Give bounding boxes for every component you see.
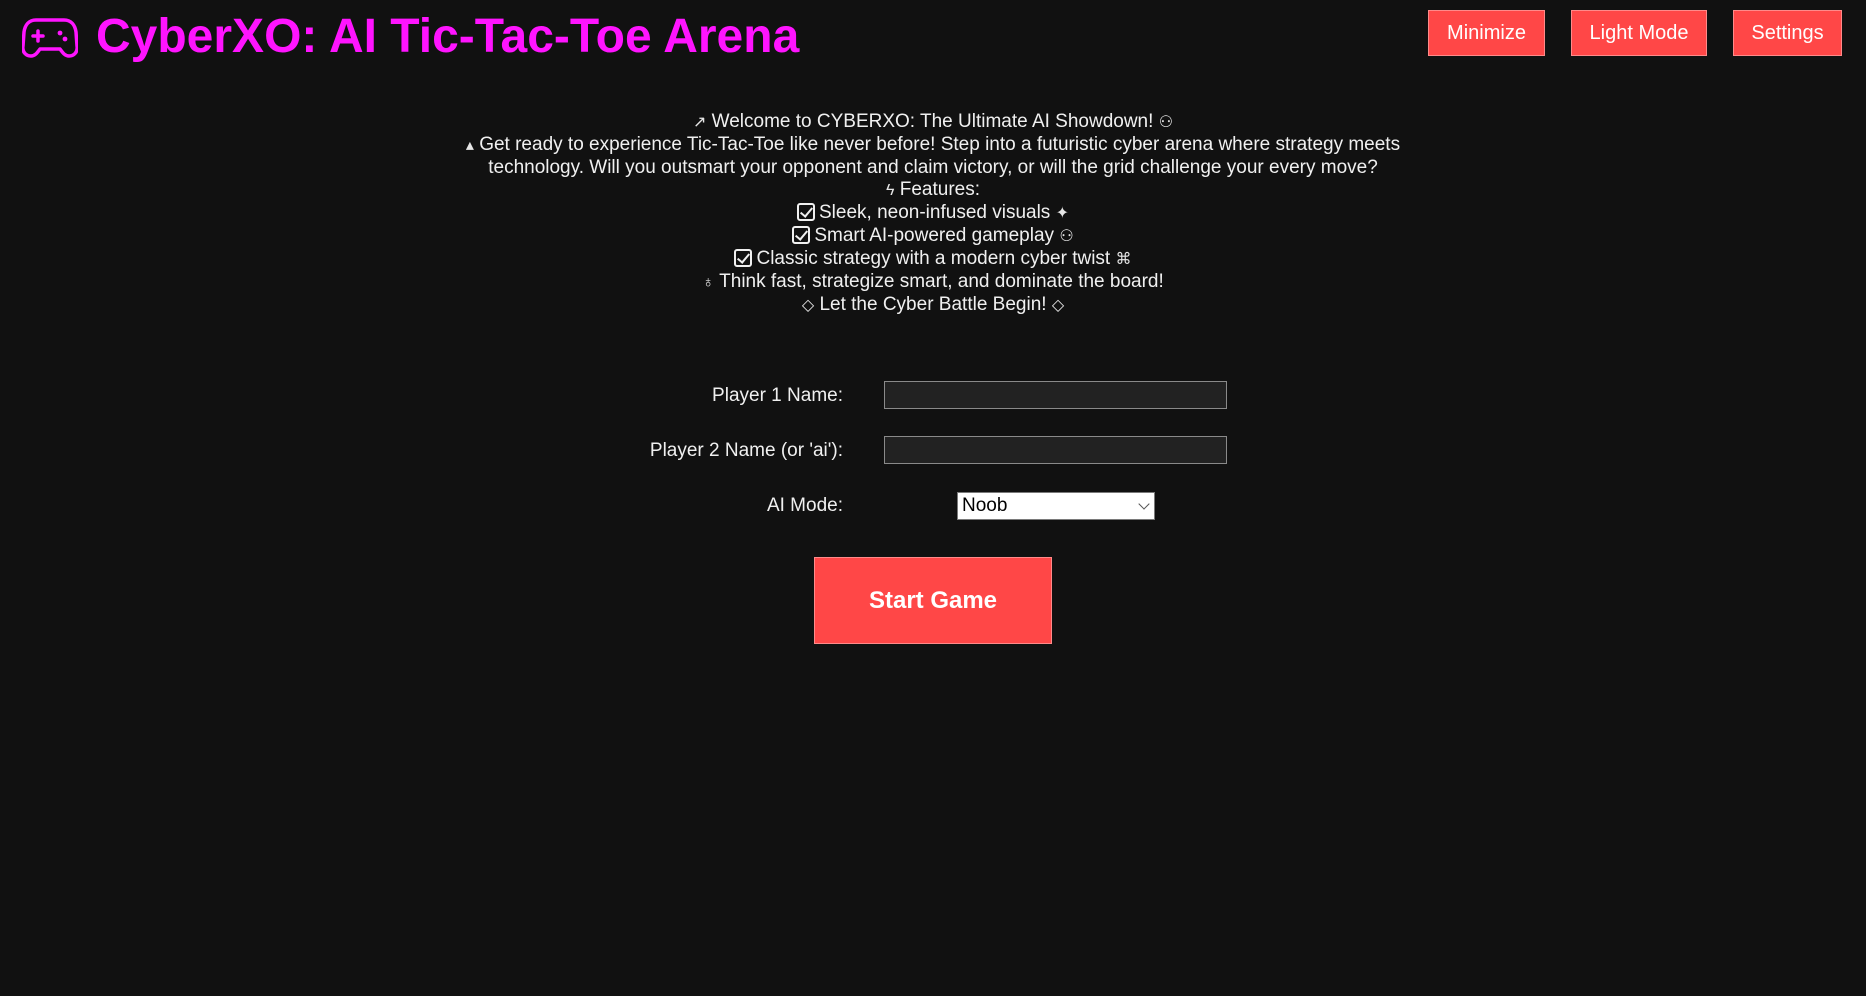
features-heading-line: ϟ Features:: [433, 179, 1433, 202]
closing-line: ◇ Let the Cyber Battle Begin! ◇: [433, 294, 1433, 317]
app-title: CyberXO: AI Tic-Tac-Toe Arena: [96, 9, 800, 63]
welcome-line: ↗ Welcome to CYBERXO: The Ultimate AI Sh…: [433, 111, 1433, 134]
welcome-text: Welcome to CYBERXO: The Ultimate AI Show…: [711, 111, 1154, 132]
tagline-text: Think fast, strategize smart, and domina…: [719, 271, 1164, 292]
closing-text: Let the Cyber Battle Begin!: [819, 294, 1047, 315]
checkbox-icon: [797, 203, 815, 221]
checkbox-icon: [792, 226, 811, 244]
robot-icon: ⚇: [1059, 228, 1074, 245]
ai-mode-select[interactable]: Noob: [957, 492, 1155, 520]
description-line: ▴ Get ready to experience Tic-Tac-Toe li…: [433, 134, 1433, 179]
lightbulb-icon: ♁: [702, 274, 715, 291]
player2-name-input[interactable]: [884, 436, 1227, 464]
feature-text: Smart AI-powered gameplay: [814, 225, 1055, 246]
feature-item: Sleek, neon-infused visuals ✦: [433, 202, 1433, 225]
light-mode-button[interactable]: Light Mode: [1571, 10, 1707, 56]
player1-label: Player 1 Name:: [712, 385, 843, 406]
player2-label: Player 2 Name (or 'ai'):: [649, 440, 843, 461]
description-text: Get ready to experience Tic-Tac-Toe like…: [479, 134, 1401, 178]
ai-mode-label: AI Mode:: [766, 495, 843, 516]
start-game-button[interactable]: Start Game: [814, 557, 1052, 644]
minimize-button[interactable]: Minimize: [1428, 10, 1545, 56]
diamond-icon: ◇: [801, 297, 815, 314]
robot-icon: ⚇: [1158, 114, 1174, 131]
feature-item: Smart AI-powered gameplay ⚇: [433, 225, 1433, 248]
settings-button[interactable]: Settings: [1733, 10, 1842, 56]
gamepad-icon: ⌘: [1115, 251, 1132, 268]
sparkles-icon: ✦: [1055, 205, 1069, 222]
feature-text: Classic strategy with a modern cyber twi…: [756, 248, 1111, 269]
features-heading: Features:: [899, 179, 980, 200]
header: CyberXO: AI Tic-Tac-Toe Arena: [22, 8, 799, 64]
feature-item: Classic strategy with a modern cyber twi…: [433, 248, 1433, 271]
checkbox-icon: [734, 249, 753, 267]
fire-icon: ▴: [465, 137, 474, 154]
player1-name-input[interactable]: [884, 381, 1227, 409]
app-window: CyberXO: AI Tic-Tac-Toe Arena Minimize L…: [0, 0, 1866, 996]
rocket-icon: ↗: [692, 114, 707, 131]
ai-mode-selected-value: Noob: [962, 495, 1008, 516]
diamond-icon: ◇: [1051, 297, 1065, 314]
tagline-line: ♁ Think fast, strategize smart, and domi…: [433, 271, 1433, 294]
intro-text: ↗ Welcome to CYBERXO: The Ultimate AI Sh…: [433, 111, 1433, 317]
chevron-down-icon: [1138, 498, 1150, 510]
gamepad-icon: [22, 18, 78, 58]
feature-text: Sleek, neon-infused visuals: [819, 202, 1051, 223]
lightning-icon: ϟ: [885, 182, 895, 199]
